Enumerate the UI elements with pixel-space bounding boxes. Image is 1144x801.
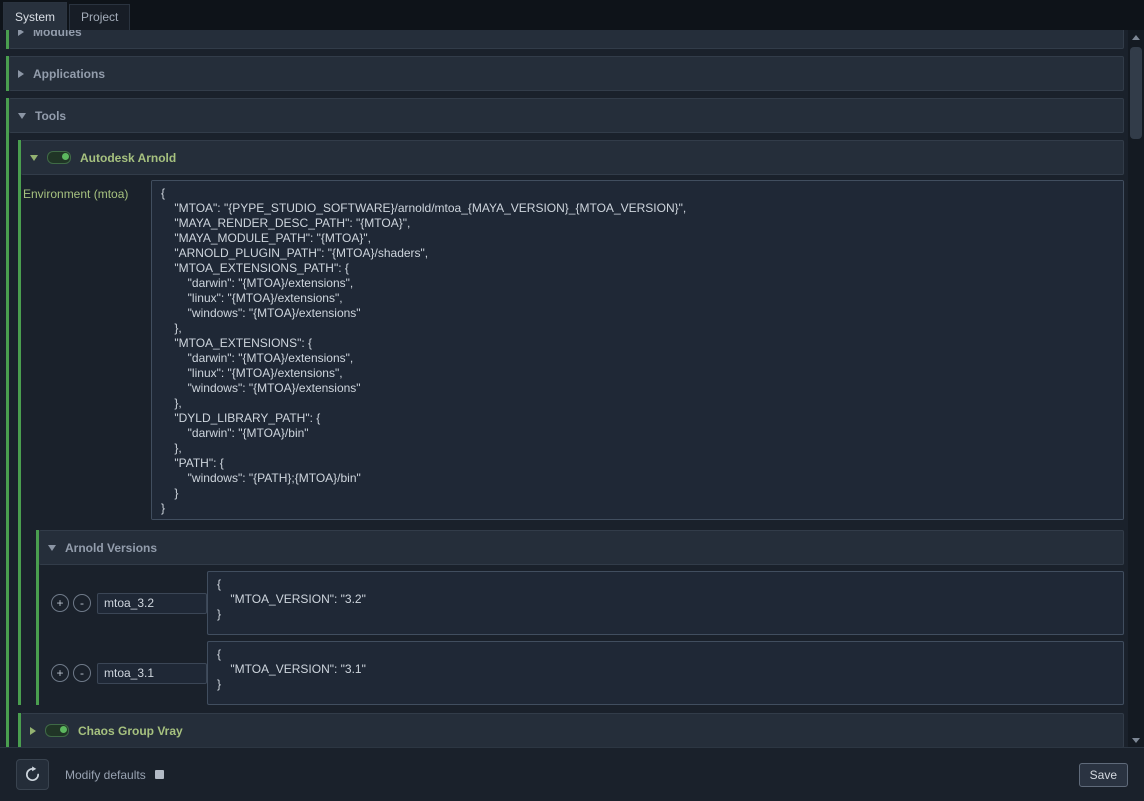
caret-down-icon [18,113,26,119]
caret-down-icon [48,545,56,551]
version-row-controls: + - [39,663,207,684]
vray-enabled-toggle[interactable] [45,724,69,737]
caret-right-icon [18,30,24,36]
modify-defaults-label: Modify defaults [65,768,146,782]
section-header-tools[interactable]: Tools [9,98,1124,133]
tab-project[interactable]: Project [69,4,130,30]
add-version-button[interactable]: + [51,594,69,612]
refresh-icon [24,766,41,783]
version-key-input[interactable] [97,663,207,684]
refresh-button[interactable] [16,759,49,790]
version-row: + - { "MTOA_VERSION": "3.1" } [39,641,1124,705]
section-title-tools: Tools [35,109,66,123]
environment-label: Environment (mtoa) [23,180,151,520]
settings-content: Modules Applications Tools [0,30,1128,747]
environment-mtoa-textarea[interactable]: { "MTOA": "{PYPE_STUDIO_SOFTWARE}/arnold… [151,180,1124,520]
caret-right-icon [18,70,24,78]
section-header-modules[interactable]: Modules [9,30,1124,49]
version-key-input[interactable] [97,593,207,614]
scrollbar-thumb[interactable] [1130,47,1142,139]
save-button[interactable]: Save [1079,763,1128,787]
version-value-textarea[interactable]: { "MTOA_VERSION": "3.1" } [207,641,1124,705]
arnold-versions-body: + - { "MTOA_VERSION": "3.2" } [39,565,1124,705]
group-title-vray: Chaos Group Vray [78,724,183,738]
remove-version-button[interactable]: - [73,594,91,612]
settings-window: System Project Modules Applications [0,0,1144,801]
scroll-up-button[interactable] [1128,30,1144,44]
modify-defaults-checkbox[interactable] [155,770,164,779]
arnold-enabled-toggle[interactable] [47,151,71,164]
section-title-applications: Applications [33,67,105,81]
group-title-arnold: Autodesk Arnold [80,151,176,165]
toggle-knob [62,153,69,160]
group-autodesk-arnold: Autodesk Arnold Environment (mtoa) { "MT… [18,140,1124,705]
group-header-chaos-vray[interactable]: Chaos Group Vray [21,713,1124,747]
section-title-modules: Modules [33,30,82,39]
section-modules: Modules [6,30,1124,49]
section-title-arnold-versions: Arnold Versions [65,541,157,555]
scroll-down-button[interactable] [1128,733,1144,747]
version-row-controls: + - [39,593,207,614]
caret-down-icon [30,155,38,161]
section-tools: Tools Autodesk Arnold Envir [6,98,1124,747]
section-header-arnold-versions[interactable]: Arnold Versions [39,530,1124,565]
toggle-knob [60,726,67,733]
remove-version-button[interactable]: - [73,664,91,682]
section-applications: Applications [6,56,1124,91]
tools-body: Autodesk Arnold Environment (mtoa) { "MT… [9,133,1124,747]
tab-bar: System Project [0,0,1144,30]
section-header-applications[interactable]: Applications [9,56,1124,91]
version-row: + - { "MTOA_VERSION": "3.2" } [39,571,1124,635]
caret-right-icon [30,727,36,735]
tab-system[interactable]: System [3,2,67,30]
arrow-down-icon [1132,738,1140,743]
version-value-textarea[interactable]: { "MTOA_VERSION": "3.2" } [207,571,1124,635]
add-version-button[interactable]: + [51,664,69,682]
section-arnold-versions: Arnold Versions + - [36,530,1124,705]
arrow-up-icon [1132,35,1140,40]
group-chaos-group-vray: Chaos Group Vray [18,713,1124,747]
group-header-autodesk-arnold[interactable]: Autodesk Arnold [21,140,1124,175]
footer-bar: Modify defaults Save [0,747,1144,801]
scroll-inner: Modules Applications Tools [0,30,1128,747]
vertical-scrollbar[interactable] [1128,30,1144,747]
environment-field-row: Environment (mtoa) { "MTOA": "{PYPE_STUD… [21,180,1124,520]
arnold-body: Environment (mtoa) { "MTOA": "{PYPE_STUD… [21,175,1124,705]
